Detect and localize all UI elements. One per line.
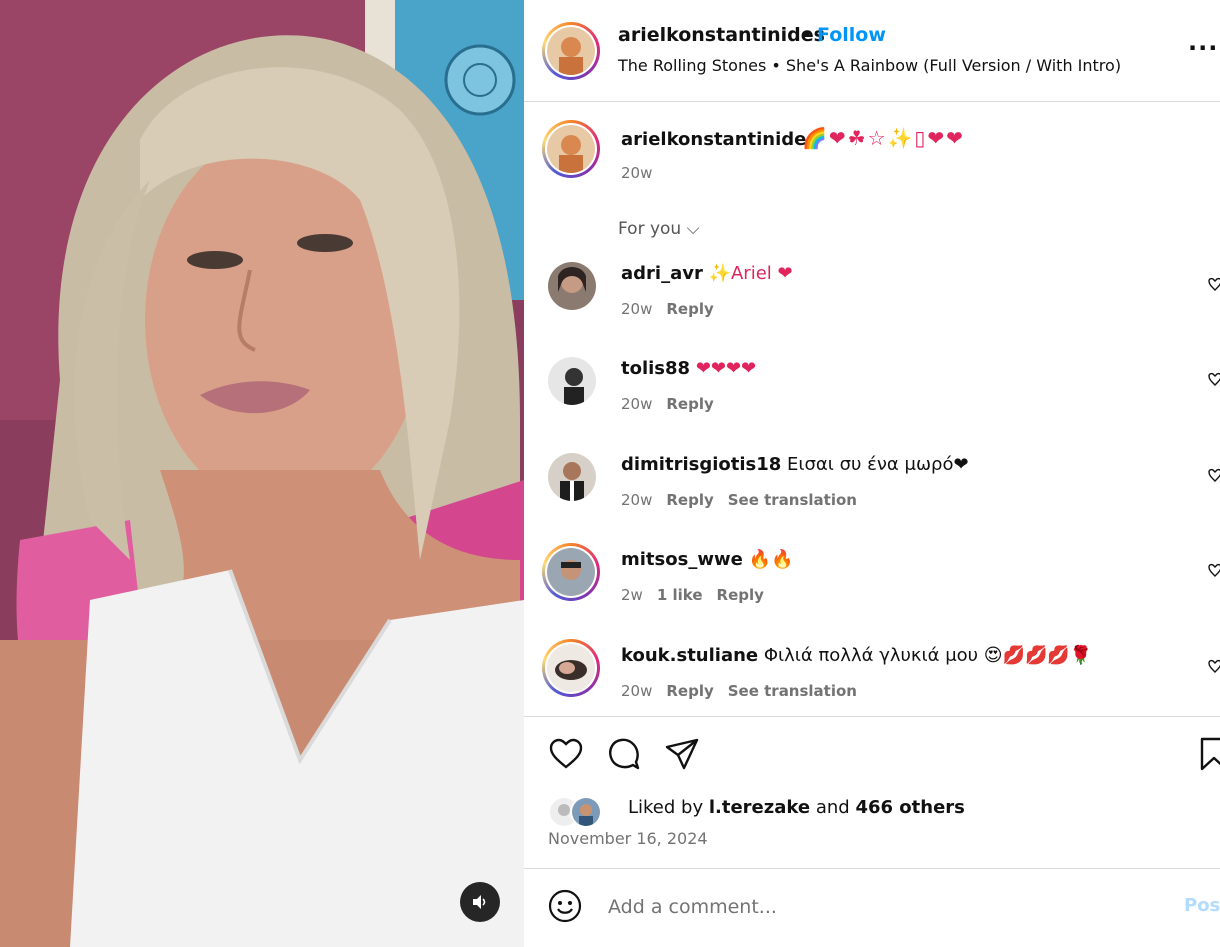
post-header: arielkonstantinides • Follow The Rolling… <box>524 0 1220 102</box>
audio-track-link[interactable]: The Rolling Stones • She's A Rainbow (Fu… <box>618 56 1121 75</box>
caption-username[interactable]: arielkonstantinides <box>621 129 817 150</box>
post-media[interactable] <box>0 0 524 947</box>
comment-username[interactable]: kouk.stuliane <box>621 645 758 666</box>
liked-by-label: Liked by <box>628 797 704 818</box>
post-date[interactable]: November 16, 2024 <box>548 829 708 848</box>
reply-button[interactable]: Reply <box>666 682 713 700</box>
selfie-photo <box>0 0 524 947</box>
comment-time[interactable]: 20w <box>621 682 652 700</box>
comment-input[interactable] <box>606 890 1170 924</box>
comment-like-heart-icon[interactable] <box>1208 467 1220 483</box>
see-translation-button[interactable]: See translation <box>728 491 857 509</box>
liker-avatar <box>570 796 602 828</box>
comment-item: adri_avr ✨Ariel ❤ 20w Reply <box>524 262 1220 352</box>
comment-text: Εισαι συ ένα μωρό❤ <box>787 454 969 475</box>
comment-text: Φιλιά πολλά γλυκιά μου 😍💋💋💋🌹 <box>763 645 1093 666</box>
likes-count[interactable]: 466 others <box>855 797 964 818</box>
sound-icon <box>473 895 486 909</box>
post-viewer: arielkonstantinides • Follow The Rolling… <box>0 0 1220 947</box>
caption-timestamp[interactable]: 20w <box>621 164 652 182</box>
reply-button[interactable]: Reply <box>717 586 764 604</box>
comment-like-heart-icon[interactable] <box>1208 371 1220 387</box>
comment-item: kouk.stuliane Φιλιά πολλά γλυκιά μου 😍💋💋… <box>524 639 1220 734</box>
commenter-avatar[interactable] <box>542 543 600 601</box>
sound-toggle-button[interactable] <box>460 882 500 922</box>
comment-like-heart-icon[interactable] <box>1208 276 1220 292</box>
comment-item: tolis88 ❤❤❤❤ 20w Reply <box>524 357 1220 447</box>
see-translation-button[interactable]: See translation <box>728 682 857 700</box>
post-comment-button[interactable]: Post <box>1184 895 1220 916</box>
comment-username[interactable]: tolis88 <box>621 358 690 379</box>
comment-text: ❤❤❤❤ <box>695 358 757 379</box>
comment-username[interactable]: mitsos_wwe <box>621 549 743 570</box>
comment-icon[interactable] <box>606 736 642 772</box>
comment-time[interactable]: 20w <box>621 395 652 413</box>
comment-item: dimitrisgiotis18 Εισαι συ ένα μωρό❤ 20w R… <box>524 453 1220 543</box>
comment-sort-dropdown[interactable]: For you ⌵ <box>618 219 700 239</box>
comment-time[interactable]: 2w <box>621 586 643 604</box>
reply-button[interactable]: Reply <box>666 395 713 413</box>
post-side-panel: arielkonstantinides • Follow The Rolling… <box>524 0 1220 947</box>
actions-divider <box>524 716 1220 717</box>
liked-by-user[interactable]: l.terezake <box>709 797 810 818</box>
comment-text: 🔥🔥 <box>748 549 794 570</box>
liked-and-label: and <box>815 797 850 818</box>
comment-item: mitsos_wwe 🔥🔥 2w 1 like Reply <box>524 543 1220 638</box>
author-username[interactable]: arielkonstantinides <box>618 24 825 46</box>
comment-time[interactable]: 20w <box>621 491 652 509</box>
author-avatar[interactable] <box>542 22 600 80</box>
header-separator: • <box>801 24 813 46</box>
commenter-avatar[interactable] <box>548 453 596 501</box>
comment-like-heart-icon[interactable] <box>1208 562 1220 578</box>
comment-box-divider <box>524 868 1220 869</box>
heart-icon[interactable] <box>548 736 584 772</box>
comment-text: ✨Ariel ❤ <box>708 263 793 284</box>
reply-button[interactable]: Reply <box>666 300 713 318</box>
comment-likes-count[interactable]: 1 like <box>657 586 703 604</box>
commenter-avatar[interactable] <box>548 357 596 405</box>
comment-username[interactable]: adri_avr <box>621 263 703 284</box>
more-options-icon[interactable]: ... <box>1188 28 1218 56</box>
follow-button[interactable]: Follow <box>817 24 886 46</box>
bookmark-icon[interactable] <box>1196 736 1220 772</box>
comment-username[interactable]: dimitrisgiotis18 <box>621 454 781 475</box>
commenter-avatar[interactable] <box>548 262 596 310</box>
commenter-avatar[interactable] <box>542 639 600 697</box>
comment-like-heart-icon[interactable] <box>1208 658 1220 674</box>
caption-avatar[interactable] <box>542 120 600 178</box>
comment-time[interactable]: 20w <box>621 300 652 318</box>
reply-button[interactable]: Reply <box>666 491 713 509</box>
caption-text: 🌈❤☘☆✨▯❤❤ <box>802 126 965 150</box>
share-icon[interactable] <box>664 736 700 772</box>
emoji-icon[interactable] <box>548 889 582 923</box>
